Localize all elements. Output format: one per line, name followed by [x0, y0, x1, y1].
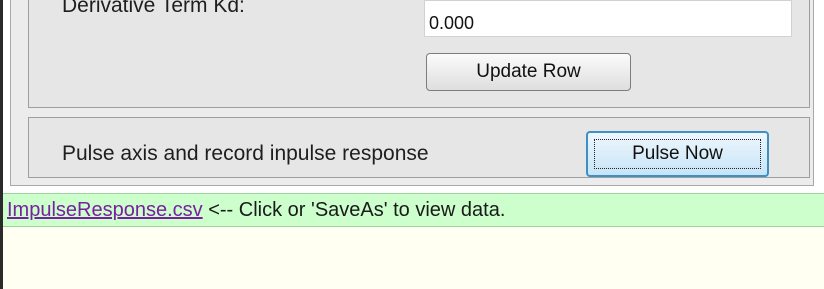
kd-input[interactable]	[424, 0, 792, 37]
update-row-button[interactable]: Update Row	[426, 53, 631, 91]
kd-label: Derivative Term Kd:	[62, 0, 245, 17]
pulse-now-label: Pulse Now	[594, 139, 761, 169]
pulse-now-button[interactable]: Pulse Now	[586, 131, 769, 177]
download-hint: <-- Click or 'SaveAs' to view data.	[202, 199, 506, 221]
pulse-description: Pulse axis and record inpulse response	[62, 142, 429, 165]
bottom-empty-area	[3, 227, 824, 289]
impulse-response-csv-link[interactable]: ImpulseResponse.csv	[7, 199, 203, 221]
download-bar: ImpulseResponse.csv <-- Click or 'SaveAs…	[3, 193, 824, 227]
